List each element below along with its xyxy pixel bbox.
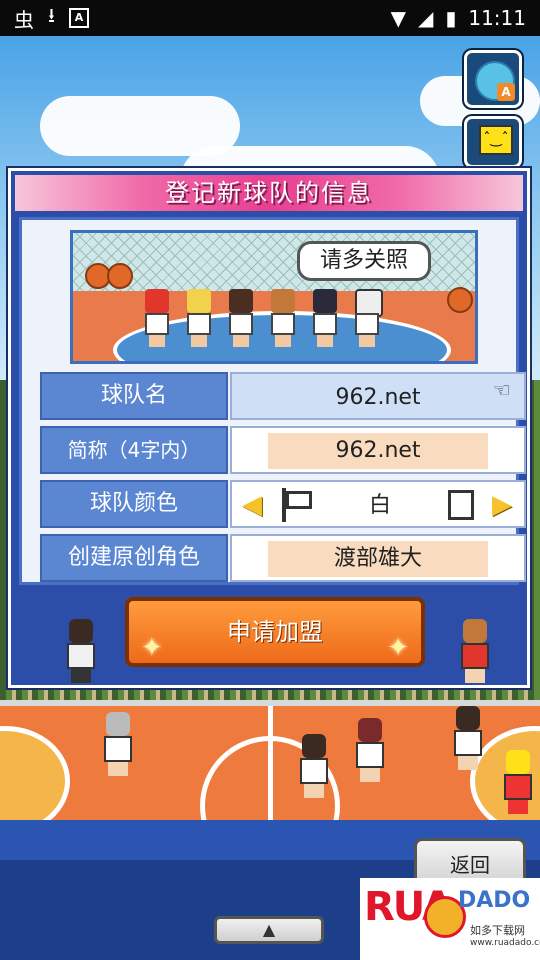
create-character-field[interactable]: 渡部雄大 (230, 534, 526, 582)
cheerleader-sprite (457, 619, 493, 683)
player-sprite[interactable] (352, 718, 388, 782)
flag-icon (280, 488, 314, 522)
language-toggle-button[interactable]: A (464, 50, 522, 108)
a-icon: A (497, 83, 515, 101)
create-character-row[interactable]: 创建原创角色 渡部雄大 (40, 534, 526, 582)
short-name-row[interactable]: 简称（4字内） 962.net (40, 426, 526, 474)
dialog-content: 请多关照 球队名 962.net 简称（4字内） 962.net 球队颜色 ◀ (19, 217, 526, 585)
join-button-label: 申请加盟 (227, 618, 323, 646)
coach-sprite (63, 619, 99, 683)
team-name-field[interactable]: 962.net (230, 372, 526, 420)
a-icon: A (69, 8, 89, 28)
watermark-logo: RUA DADO 如多下载网 www.ruadado.com (360, 878, 540, 960)
create-character-label: 创建原创角色 (40, 534, 228, 582)
short-name-value: 962.net (268, 433, 488, 469)
join-button[interactable]: ✦ 申请加盟 ✦ (125, 597, 425, 667)
watermark-brand-tail: DADO (458, 888, 531, 913)
download-icon: ⭳ (48, 3, 55, 27)
smiley-icon: ˆ‿ˆ (479, 125, 513, 155)
create-character-value: 渡部雄大 (268, 541, 488, 577)
pointing-hand-icon: ☜ (493, 378, 511, 402)
signal-icon: ◢ (417, 6, 434, 30)
bug-icon: 虫 (14, 7, 34, 32)
short-name-field[interactable]: 962.net (230, 426, 526, 474)
color-next-arrow-icon[interactable]: ▶ (492, 490, 514, 520)
player-sprite[interactable] (296, 734, 332, 798)
team-color-label: 球队颜色 (40, 480, 228, 528)
team-color-value: 白 (368, 493, 391, 518)
triangle-up-icon: ▲ (262, 920, 276, 939)
register-team-dialog: 登记新球队的信息 请多关照 球队名 962.net 简称（4字内） 962.ne… (8, 168, 530, 688)
team-banner-image: 请多关照 (70, 230, 478, 364)
battery-icon: ▮ (445, 6, 457, 30)
player-sprite[interactable] (450, 706, 486, 770)
team-name-value: 962.net (335, 385, 421, 410)
status-bar: 虫 ⭳ A ▼ ◢ ▮ 11:11 (0, 0, 540, 36)
player-sprite[interactable] (100, 712, 136, 776)
clock: 11:11 (468, 6, 526, 30)
watermark-url: www.ruadado.com (470, 938, 540, 948)
watermark-sub: 如多下载网 (470, 924, 525, 937)
sparkle-icon: ✦ (141, 633, 163, 663)
short-name-label: 简称（4字内） (40, 426, 228, 474)
team-color-row: 球队颜色 ◀ 白 ▶ (40, 480, 526, 528)
team-name-row[interactable]: 球队名 962.net (40, 372, 526, 420)
dialog-title: 登记新球队的信息 (15, 175, 523, 211)
team-color-field: ◀ 白 ▶ (230, 480, 526, 528)
team-name-label: 球队名 (40, 372, 228, 420)
color-prev-arrow-icon[interactable]: ◀ (242, 490, 264, 520)
jersey-icon (448, 490, 474, 520)
mascot-menu-button[interactable]: ˆ‿ˆ (464, 116, 522, 168)
sparkle-icon: ✦ (387, 633, 409, 663)
expand-up-button[interactable]: ▲ (214, 916, 324, 944)
mascot-sprite[interactable] (500, 750, 536, 814)
wifi-icon: ▼ (390, 6, 406, 30)
speech-bubble: 请多关照 (297, 241, 431, 281)
